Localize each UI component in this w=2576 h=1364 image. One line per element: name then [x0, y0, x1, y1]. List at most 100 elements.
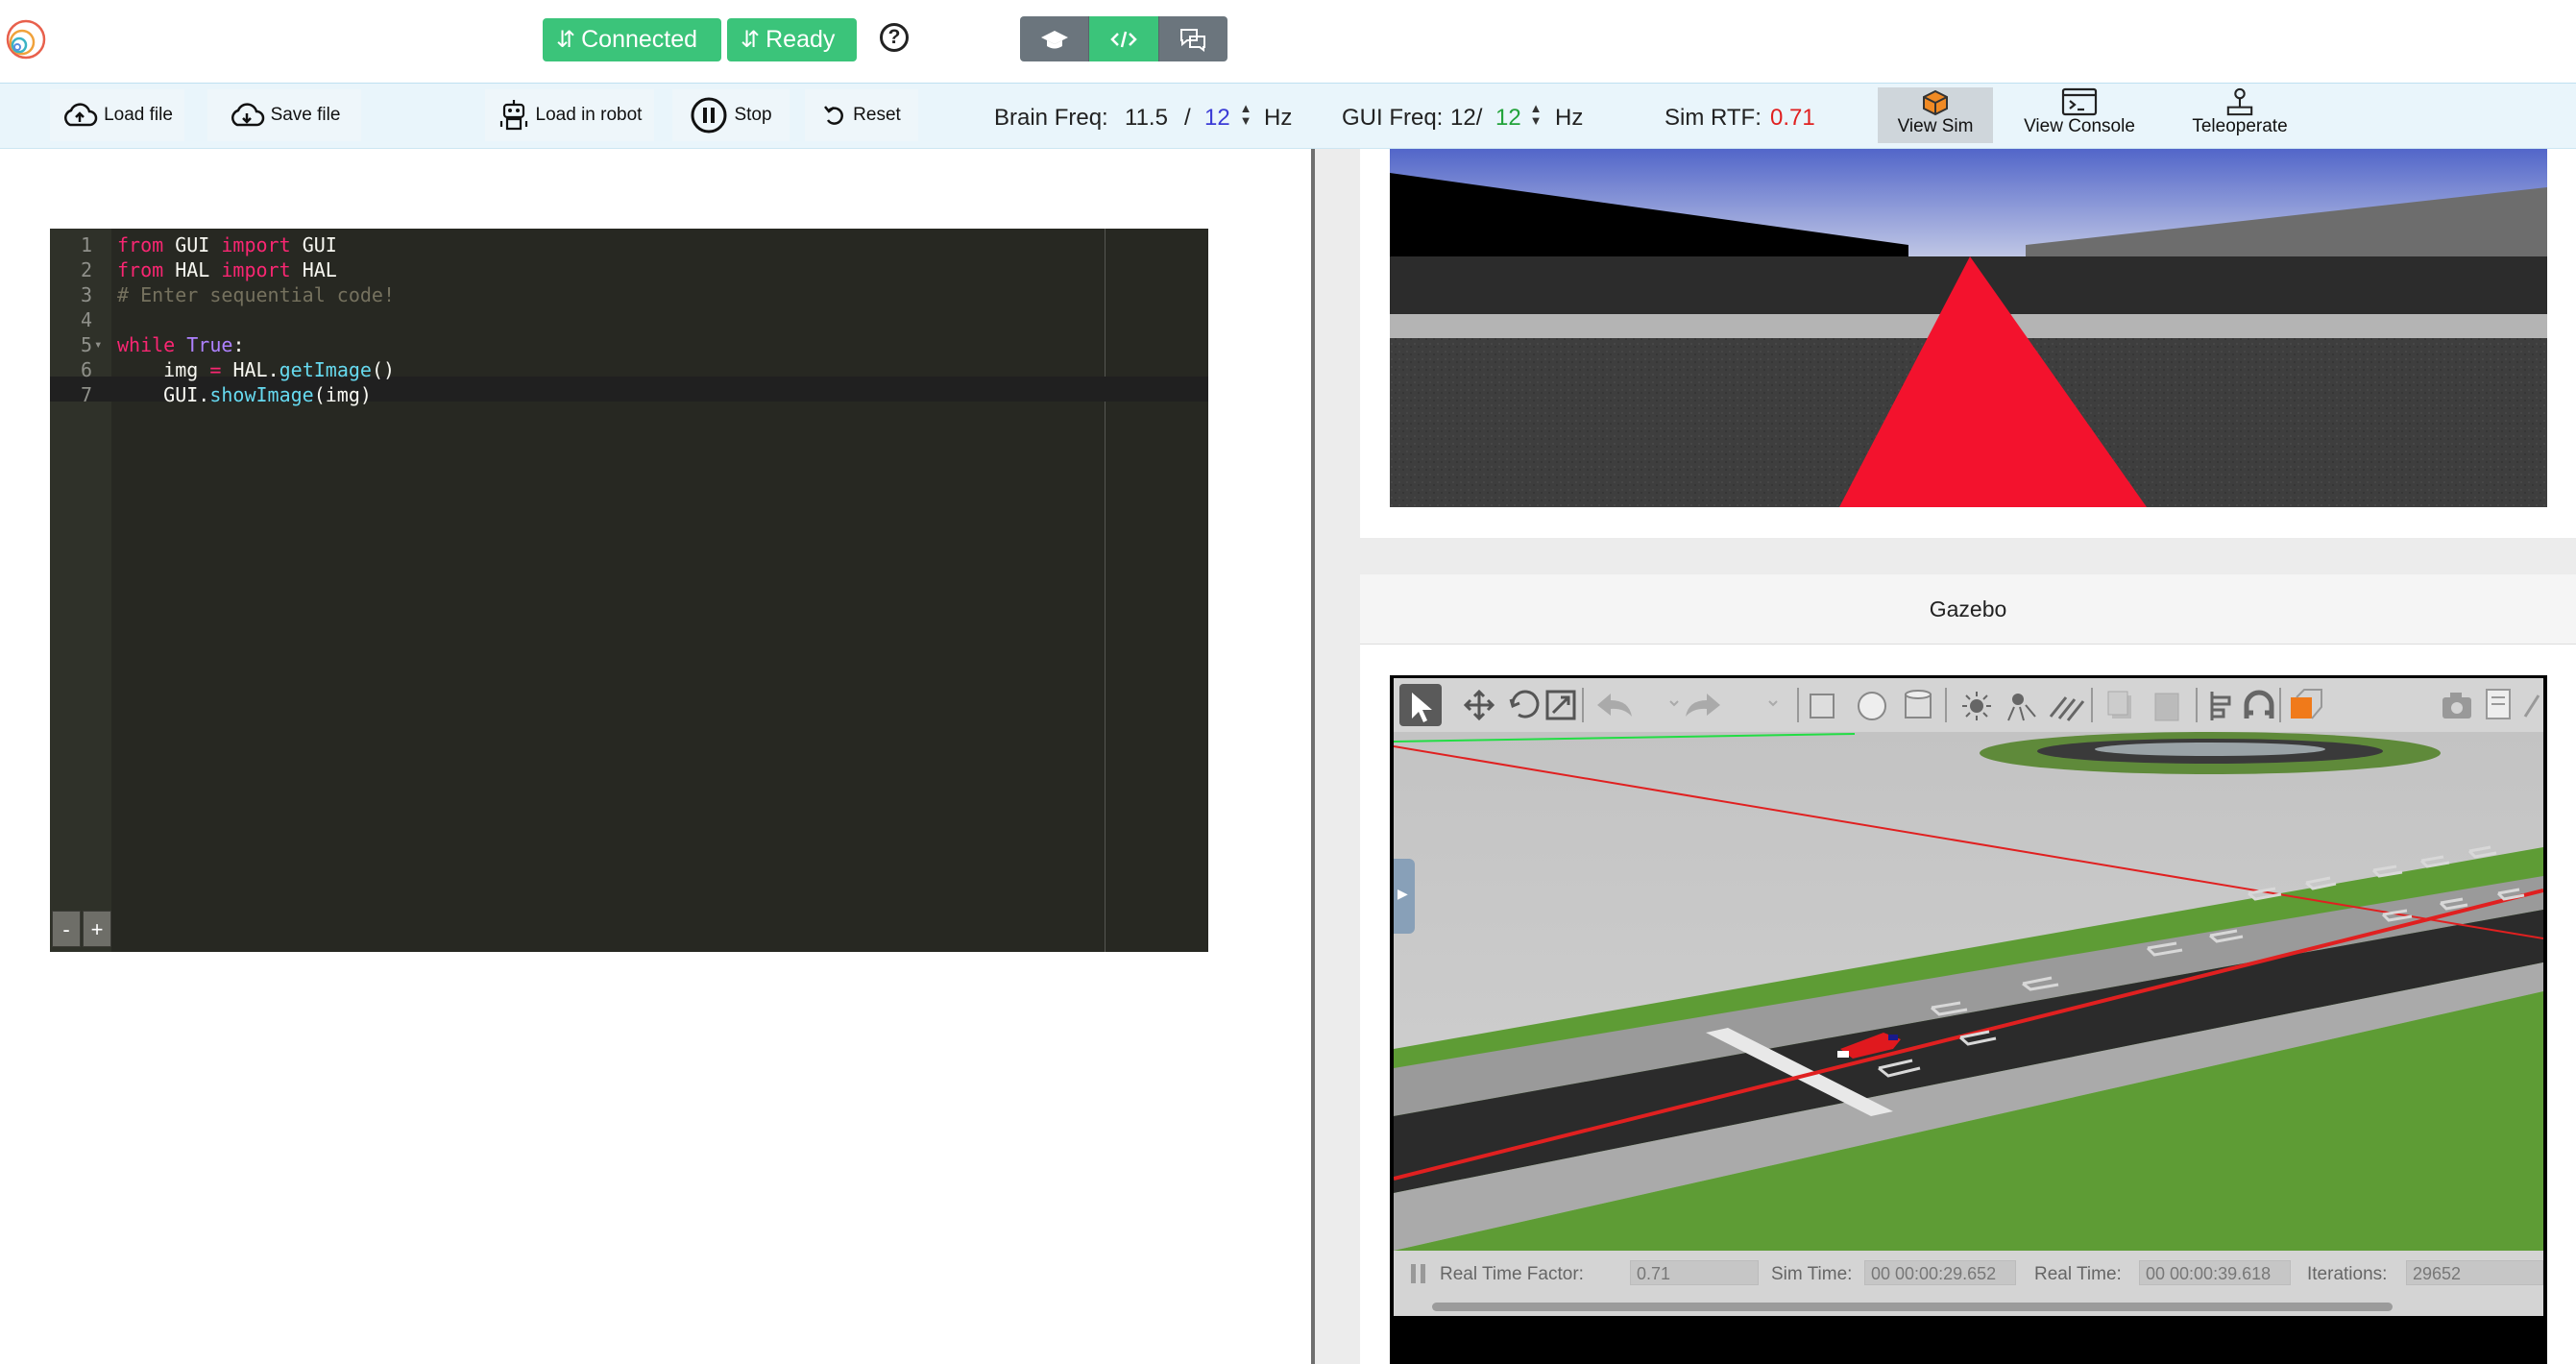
code-line[interactable]: 4 — [50, 307, 1208, 332]
load-in-robot-label: Load in robot — [535, 105, 643, 125]
pause-icon[interactable] — [1407, 1262, 1430, 1285]
line-number: 2 — [80, 258, 92, 281]
action-toolbar: Load file Save file Load in robot Stop R… — [0, 84, 2576, 149]
graduation-cap-icon[interactable] — [1020, 16, 1089, 61]
brain-freq-unit: Hz — [1264, 105, 1293, 131]
help-icon[interactable]: ? — [880, 23, 909, 52]
zoom-out-button[interactable]: - — [52, 911, 81, 947]
save-file-label: Save file — [270, 105, 341, 125]
sim-rtf-label: Sim RTF: — [1665, 105, 1762, 131]
code-text: from HAL import HAL — [117, 258, 337, 281]
copy-icon — [2107, 691, 2131, 719]
load-file-button[interactable]: Load file — [50, 89, 184, 141]
magnet-icon — [2244, 690, 2274, 719]
code-text: while True: — [117, 333, 245, 356]
brain-freq-value: 11.5 — [1125, 105, 1168, 131]
reset-arrow-icon — [824, 106, 844, 125]
redo-icon — [1686, 694, 1720, 717]
side-panel-toggle[interactable]: ▶ — [1394, 859, 1415, 934]
code-line[interactable]: 1 from GUI import GUI — [50, 232, 1208, 257]
joystick-icon — [2226, 87, 2253, 116]
box-shape-icon — [1810, 694, 1835, 719]
real-time-factor-label: Real Time Factor: — [1440, 1264, 1584, 1284]
zoom-in-button[interactable]: + — [83, 911, 111, 947]
stop-label: Stop — [734, 105, 772, 125]
code-icon[interactable] — [1088, 16, 1158, 61]
cloud-upload-icon — [64, 103, 98, 127]
code-text: # Enter sequential code! — [117, 283, 395, 306]
code-line[interactable]: 3 # Enter sequential code! — [50, 282, 1208, 307]
swap-arrows-icon: ⇵ — [741, 27, 761, 53]
code-line[interactable]: 6 img = HAL.getImage() — [50, 357, 1208, 382]
connected-status-button[interactable]: ⇵ Connected — [543, 18, 721, 61]
gui-freq-value: 12/ — [1450, 105, 1483, 131]
view-sim-tab[interactable]: View Sim — [1878, 87, 1993, 143]
load-file-label: Load file — [104, 105, 173, 125]
ready-status-button[interactable]: ⇵ Ready — [727, 18, 857, 61]
view-console-label: View Console — [2024, 116, 2135, 136]
chat-bubbles-icon[interactable] — [1157, 16, 1227, 61]
line-number: 1 — [80, 233, 92, 256]
plot-icon — [2523, 694, 2540, 718]
code-text: from GUI import GUI — [117, 233, 337, 256]
brain-freq-spinner[interactable]: ▲ ▼ — [1239, 102, 1252, 127]
gazebo-title: Gazebo — [1360, 574, 2576, 645]
horizontal-scrollbar[interactable] — [1432, 1303, 2393, 1311]
cylinder-shape-icon — [1905, 690, 1932, 719]
gui-freq-unit: Hz — [1555, 105, 1584, 131]
reset-button[interactable]: Reset — [805, 89, 918, 141]
rotate-icon — [1509, 690, 1540, 719]
point-light-icon — [1962, 692, 1991, 720]
teleoperate-tab[interactable]: Teleoperate — [2180, 87, 2299, 143]
gui-freq-target-input[interactable]: 12 — [1495, 105, 1521, 132]
sim-time-label: Sim Time: — [1771, 1264, 1853, 1284]
code-line[interactable]: 2 from HAL import HAL — [50, 257, 1208, 282]
line-number: 7 — [80, 383, 92, 406]
cube-icon — [1923, 89, 1948, 116]
sim-rtf-value: 0.71 — [1770, 105, 1815, 131]
line-number: 6 — [80, 358, 92, 381]
gazebo-status-bar: Real Time Factor: 0.71 Sim Time: 00 00:0… — [1394, 1251, 2543, 1316]
gui-freq-label: GUI Freq: — [1342, 105, 1444, 131]
stop-button[interactable]: Stop — [672, 89, 790, 141]
brain-freq-label: Brain Freq: — [994, 105, 1108, 131]
camera-image — [1390, 149, 2547, 507]
align-icon — [2210, 692, 2231, 720]
code-line[interactable]: 5 ▾ while True: — [50, 332, 1208, 357]
gui-freq-spinner[interactable]: ▲ ▼ — [1529, 102, 1543, 127]
real-time-value: 00 00:00:39.618 — [2139, 1260, 2291, 1285]
gazebo-3d-scene[interactable]: ▶ — [1394, 732, 2543, 1251]
load-in-robot-button[interactable]: Load in robot — [485, 89, 654, 141]
sim-time-value: 00 00:00:29.652 — [1864, 1260, 2016, 1285]
sphere-shape-icon — [1858, 692, 1886, 720]
ready-label: Ready — [766, 26, 836, 53]
iterations-label: Iterations: — [2307, 1264, 2388, 1284]
pause-circle-icon — [691, 97, 727, 134]
spot-light-icon — [2007, 694, 2036, 721]
brain-freq-separator: / — [1184, 105, 1191, 131]
iterations-value: 29652 — [2406, 1260, 2543, 1285]
code-line[interactable]: 7 GUI.showImage(img) — [50, 382, 1208, 407]
view-sim-label: View Sim — [1897, 116, 1974, 136]
screenshot-icon — [2442, 693, 2471, 719]
top-bar: ⇵ Connected ⇵ Ready ? — [0, 0, 2576, 85]
expand-arrow-icon: ▶ — [1397, 886, 1408, 901]
code-editor[interactable]: 1 from GUI import GUI 2 from HAL import HAL… — [50, 229, 1208, 952]
app-logo-icon[interactable] — [6, 19, 46, 60]
line-number: 5 — [80, 333, 92, 356]
gazebo-toolbar — [1394, 678, 2543, 732]
view-console-tab[interactable]: View Console — [2007, 87, 2151, 143]
view-angle-icon — [2291, 689, 2322, 719]
brain-freq-target-input[interactable]: 12 — [1204, 105, 1230, 132]
save-file-button[interactable]: Save file — [207, 89, 361, 141]
fold-arrow-icon[interactable]: ▾ — [94, 332, 102, 357]
translate-icon — [1463, 689, 1495, 721]
cloud-download-icon — [231, 103, 264, 127]
code-text: img = HAL.getImage() — [163, 358, 396, 381]
line-number: 4 — [80, 308, 92, 331]
teleoperate-label: Teleoperate — [2192, 116, 2288, 136]
undo-icon — [1597, 694, 1632, 717]
paste-icon — [2154, 693, 2179, 721]
robot-icon — [499, 100, 527, 131]
scale-icon — [1545, 690, 1576, 720]
